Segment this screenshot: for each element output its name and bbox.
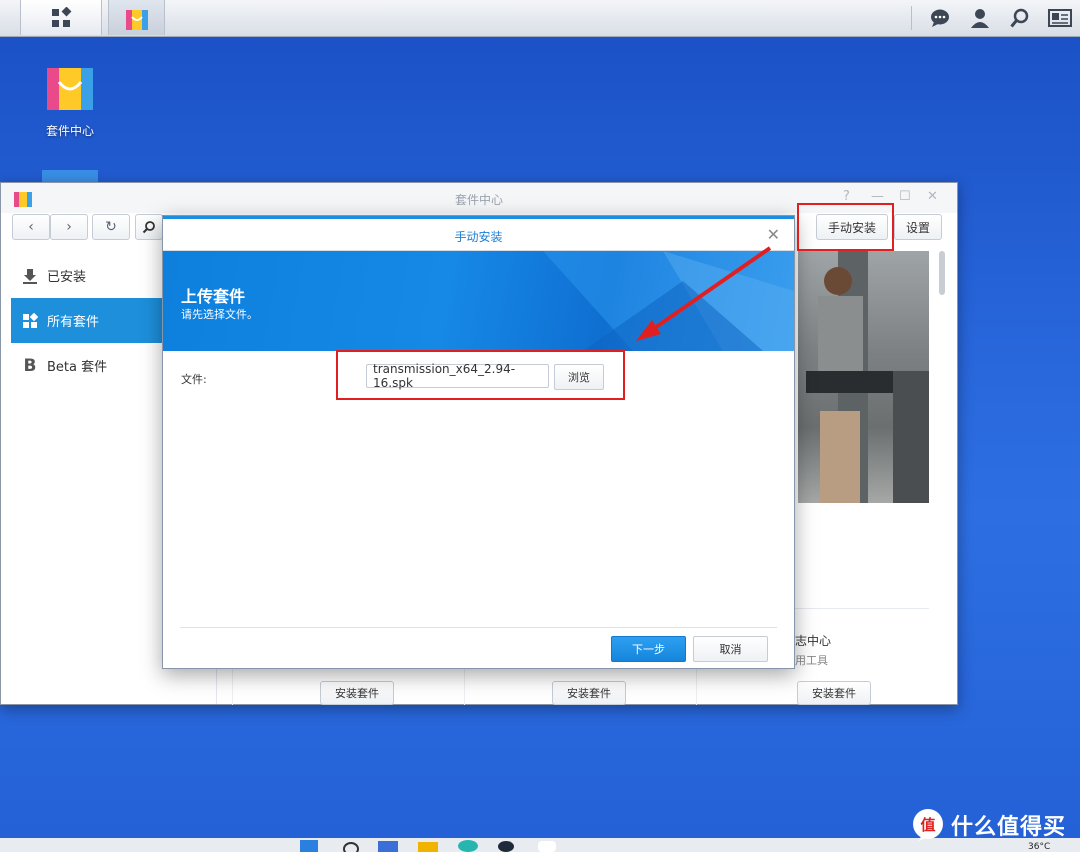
watermark-badge: 值 bbox=[920, 816, 935, 834]
app-icon[interactable] bbox=[498, 841, 514, 852]
annotation-arrow bbox=[636, 246, 772, 341]
temperature-readout: 36°C bbox=[1028, 842, 1051, 852]
watermark: 值 什么值得买 bbox=[911, 808, 1066, 842]
folder-icon[interactable] bbox=[418, 842, 438, 852]
app-icon[interactable] bbox=[538, 841, 556, 852]
search-icon[interactable] bbox=[343, 842, 359, 852]
app-icon[interactable] bbox=[458, 840, 478, 852]
task-view-icon[interactable] bbox=[378, 841, 398, 852]
watermark-logo-icon: 值 bbox=[912, 809, 943, 841]
start-icon[interactable] bbox=[300, 840, 318, 852]
watermark-text: 什么值得买 bbox=[950, 815, 1066, 840]
